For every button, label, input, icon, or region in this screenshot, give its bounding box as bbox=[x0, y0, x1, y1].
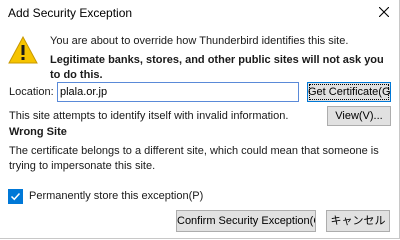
permanent-store-label: Permanently store this exception(P) bbox=[29, 190, 204, 202]
warning-triangle-icon bbox=[8, 35, 38, 64]
location-label: Location: bbox=[9, 86, 54, 98]
wrong-site-heading: Wrong Site bbox=[9, 126, 67, 138]
cancel-button[interactable]: キャンセル bbox=[326, 210, 390, 232]
intro-message: You are about to override how Thunderbir… bbox=[50, 34, 390, 83]
legitimate-sites-warning: Legitimate banks, stores, and other publ… bbox=[50, 54, 384, 81]
view-button[interactable]: View(V)... bbox=[327, 106, 391, 126]
permanent-store-checkbox[interactable] bbox=[8, 188, 23, 204]
close-button[interactable] bbox=[369, 0, 399, 24]
dialog-window: Add Security Exception You are about to … bbox=[0, 0, 400, 239]
checkmark-icon bbox=[10, 192, 21, 200]
invalid-info-text: This site attempts to identify itself wi… bbox=[9, 110, 289, 122]
override-warning-text: You are about to override how Thunderbir… bbox=[50, 35, 349, 47]
location-input[interactable] bbox=[57, 82, 299, 102]
confirm-exception-button[interactable]: Confirm Security Exception(C) bbox=[176, 210, 316, 232]
close-icon bbox=[379, 7, 389, 17]
dialog-title: Add Security Exception bbox=[8, 6, 133, 20]
get-certificate-button[interactable]: Get Certificate(G) bbox=[307, 82, 391, 102]
title-bar: Add Security Exception bbox=[0, 0, 399, 26]
wrong-site-description: The certificate belongs to a different s… bbox=[9, 145, 379, 172]
permanent-store-option[interactable]: Permanently store this exception(P) bbox=[8, 188, 203, 204]
